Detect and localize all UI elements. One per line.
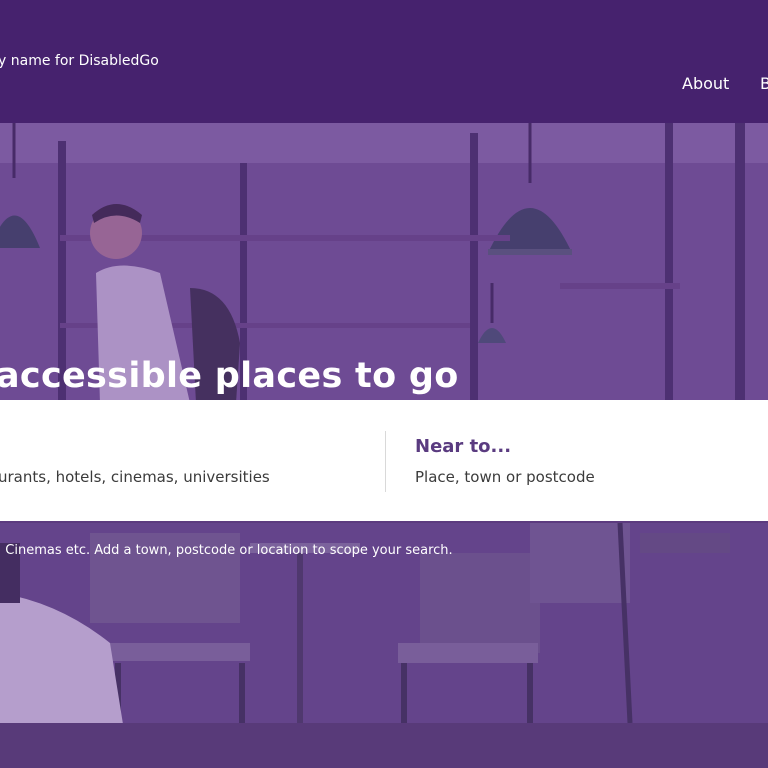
- site-tagline: y name for DisabledGo: [0, 53, 159, 69]
- location-search-input[interactable]: [415, 462, 745, 492]
- hero-headline: accessible places to go: [0, 356, 459, 397]
- near-to-label: Near to...: [415, 436, 512, 457]
- search-helper-text: , Cinemas etc. Add a town, postcode or l…: [0, 543, 453, 558]
- search-panel: [0, 400, 768, 521]
- nav-link-about[interactable]: About: [682, 74, 729, 93]
- nav-link-next[interactable]: B: [760, 74, 768, 93]
- site-header: y name for DisabledGo About B: [0, 0, 768, 123]
- search-divider: [385, 431, 386, 492]
- what-search-input[interactable]: [0, 462, 358, 492]
